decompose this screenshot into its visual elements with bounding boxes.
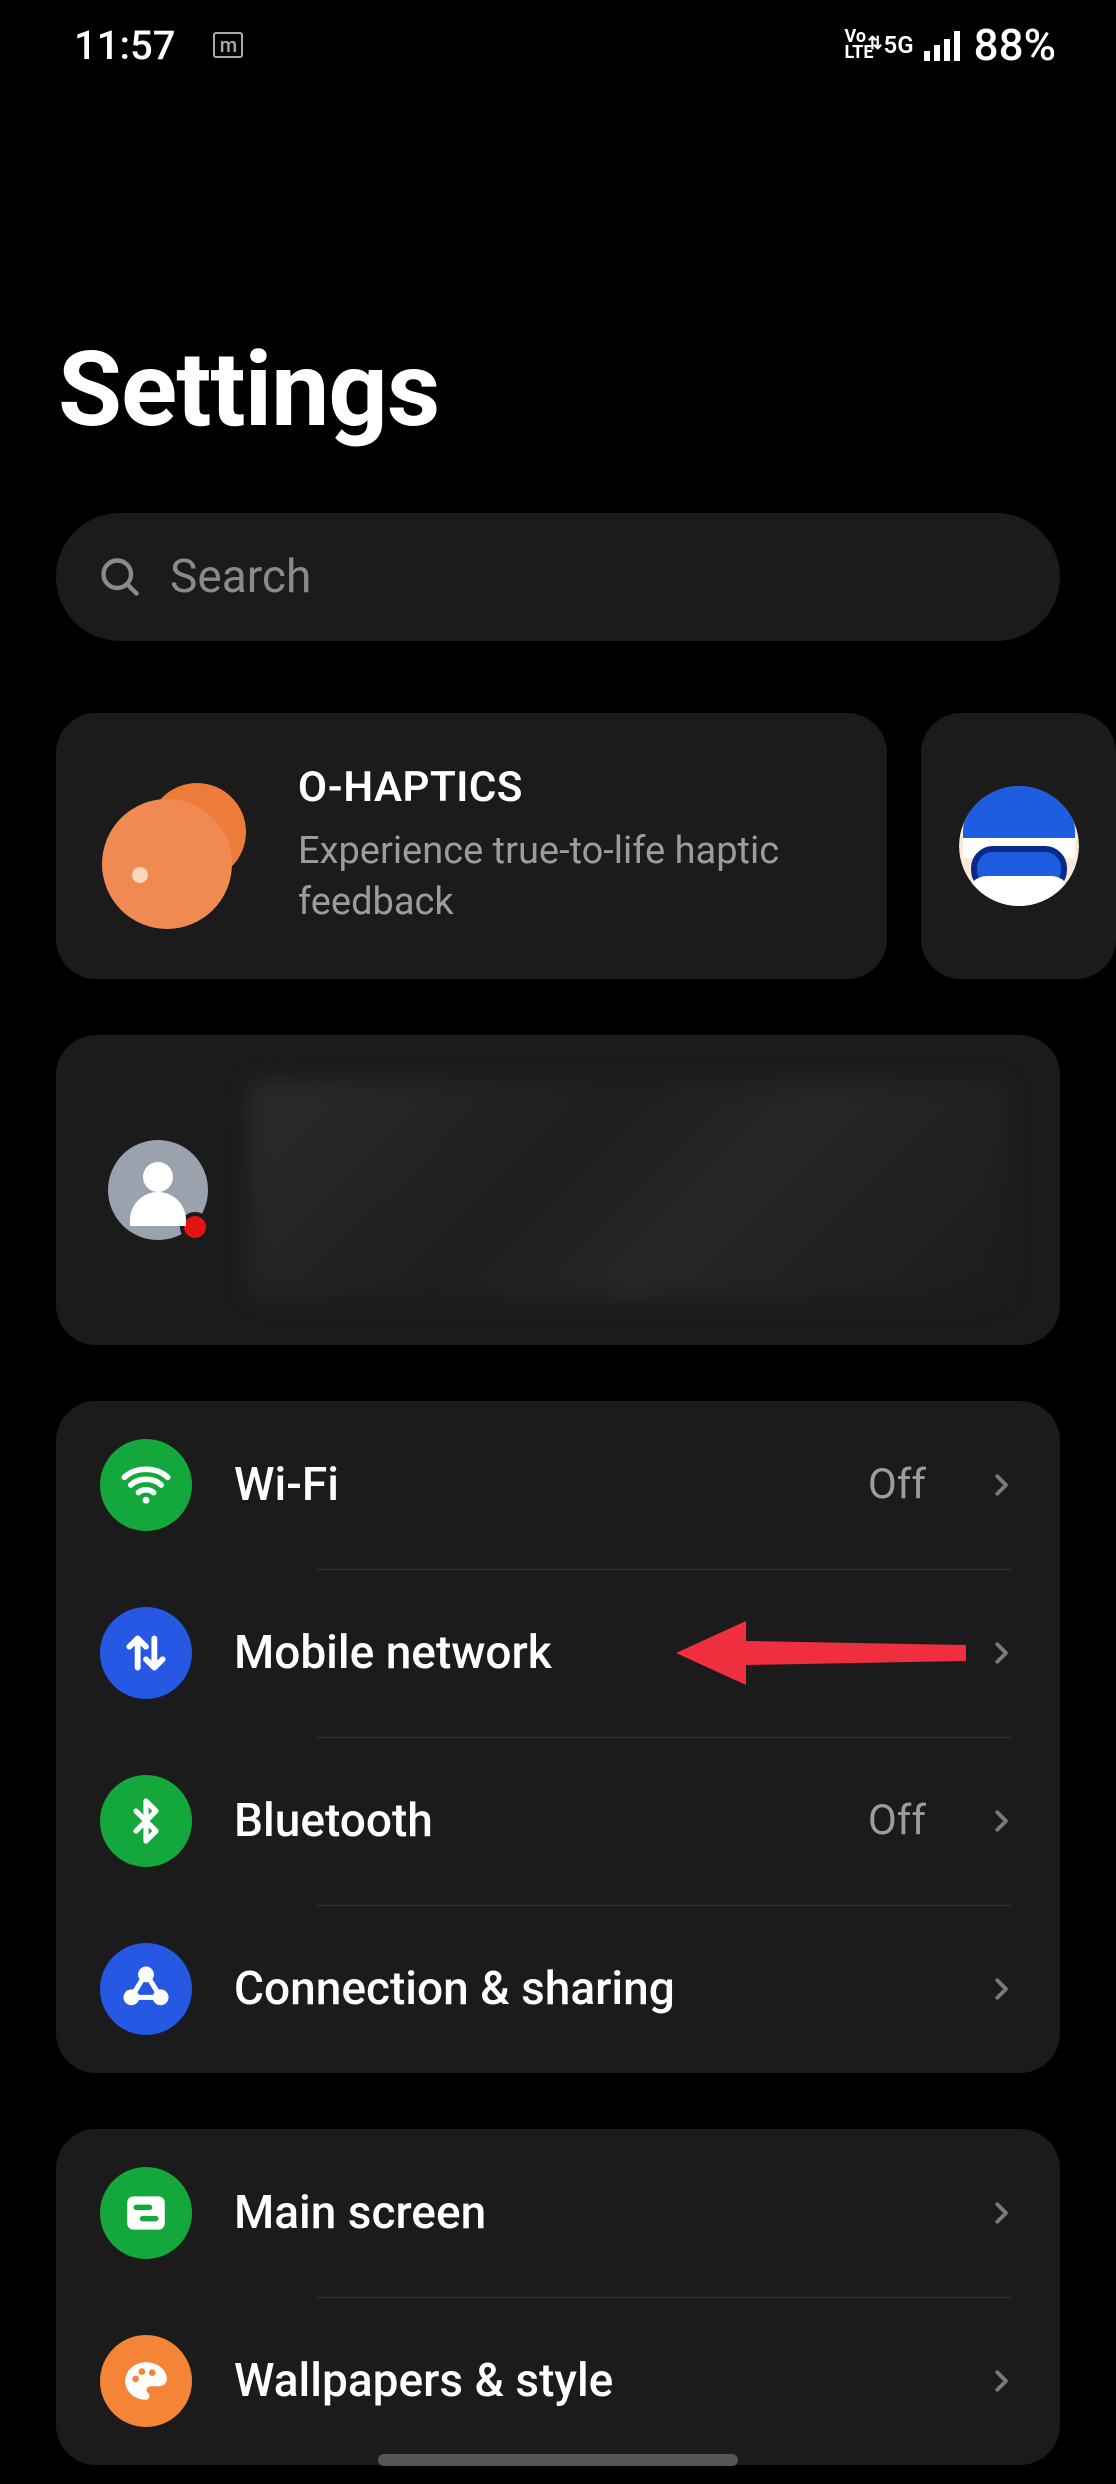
row-label: Wallpapers & style bbox=[234, 2354, 944, 2408]
app-indicator-icon: m bbox=[213, 32, 243, 58]
settings-group-display: Main screen Wallpapers & style bbox=[56, 2129, 1060, 2465]
share-icon bbox=[100, 1943, 192, 2035]
sliders-icon bbox=[100, 2167, 192, 2259]
row-label: Main screen bbox=[234, 2186, 944, 2240]
promo-text: O-HAPTICS Experience true-to-life haptic… bbox=[298, 763, 841, 929]
promo-row: O-HAPTICS Experience true-to-life haptic… bbox=[0, 641, 1116, 979]
row-wallpapers-style[interactable]: Wallpapers & style bbox=[56, 2297, 1060, 2465]
page-title: Settings bbox=[0, 90, 1116, 451]
account-info-redacted bbox=[248, 1080, 1008, 1300]
chevron-right-icon bbox=[986, 1631, 1016, 1675]
status-time: 11:57 bbox=[74, 22, 175, 69]
chevron-right-icon bbox=[986, 1463, 1016, 1507]
row-mobile-network[interactable]: Mobile network bbox=[56, 1569, 1060, 1737]
account-card[interactable] bbox=[56, 1035, 1060, 1345]
row-bluetooth[interactable]: Bluetooth Off bbox=[56, 1737, 1060, 1905]
search-placeholder: Search bbox=[170, 550, 311, 604]
row-label: Mobile network bbox=[234, 1626, 944, 1680]
network-type-icon: 5G bbox=[884, 31, 914, 59]
promo-title: O-HAPTICS bbox=[298, 763, 841, 812]
row-status: Off bbox=[868, 1796, 926, 1845]
status-bar: 11:57 m Vo LTE 5G 88% bbox=[0, 0, 1116, 90]
haptics-icon bbox=[102, 781, 252, 911]
row-label: Bluetooth bbox=[234, 1794, 826, 1848]
ski-avatar-icon bbox=[959, 786, 1079, 906]
account-avatar-icon bbox=[108, 1140, 208, 1240]
chevron-right-icon bbox=[986, 1967, 1016, 2011]
bluetooth-icon bbox=[100, 1775, 192, 1867]
promo-card-avatar[interactable] bbox=[921, 713, 1116, 979]
row-main-screen[interactable]: Main screen bbox=[56, 2129, 1060, 2297]
chevron-right-icon bbox=[986, 1799, 1016, 1843]
row-wifi[interactable]: Wi-Fi Off bbox=[56, 1401, 1060, 1569]
row-label: Connection & sharing bbox=[234, 1962, 944, 2016]
wifi-icon bbox=[100, 1439, 192, 1531]
signal-icon bbox=[924, 29, 964, 61]
search-input[interactable]: Search bbox=[56, 513, 1060, 641]
chevron-right-icon bbox=[986, 2359, 1016, 2403]
status-left: 11:57 m bbox=[74, 22, 243, 69]
row-status: Off bbox=[868, 1460, 926, 1509]
palette-icon bbox=[100, 2335, 192, 2427]
chevron-right-icon bbox=[986, 2191, 1016, 2235]
mobile-data-icon bbox=[100, 1607, 192, 1699]
gesture-bar[interactable] bbox=[378, 2454, 738, 2466]
settings-group-connectivity: Wi-Fi Off Mobile network Bluetooth Off bbox=[56, 1401, 1060, 2073]
status-right: Vo LTE 5G 88% bbox=[844, 19, 1056, 71]
promo-subtitle: Experience true-to-life haptic feedback bbox=[298, 826, 841, 929]
notification-dot-icon bbox=[180, 1212, 210, 1242]
search-icon bbox=[98, 555, 142, 599]
row-connection-sharing[interactable]: Connection & sharing bbox=[56, 1905, 1060, 2073]
battery-text: 88% bbox=[974, 19, 1056, 71]
promo-card-haptics[interactable]: O-HAPTICS Experience true-to-life haptic… bbox=[56, 713, 887, 979]
row-label: Wi-Fi bbox=[234, 1458, 826, 1512]
